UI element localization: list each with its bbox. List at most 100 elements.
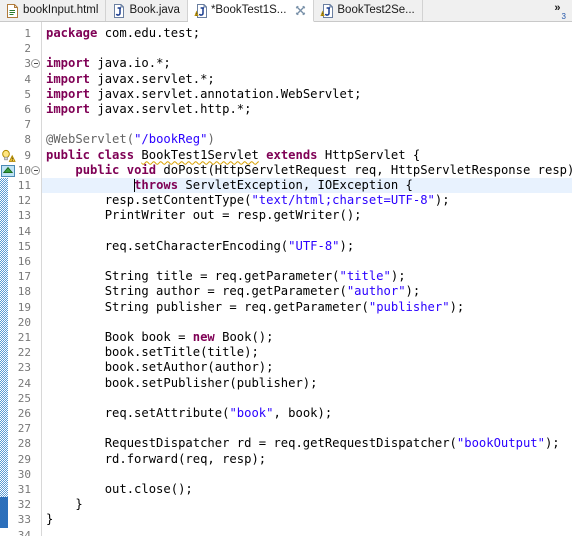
code-line[interactable]: @WebServlet("/bookReg") [46, 132, 215, 147]
editor-tab-booktest1servlet-java[interactable]: *BookTest1S... [187, 0, 315, 22]
code-line[interactable]: String author = req.getParameter("author… [46, 284, 421, 299]
code-token: String title = req.getParameter( [46, 269, 340, 284]
code-line[interactable]: import javax.servlet.annotation.WebServl… [46, 87, 362, 102]
code-line[interactable]: book.setPublisher(publisher); [46, 376, 318, 391]
code-token: ); [339, 238, 355, 253]
code-line[interactable]: import java.io.*; [46, 56, 171, 71]
line-number: 27 [17, 422, 31, 436]
editor-tab-booktest2servlet-java[interactable]: BookTest2Se... [314, 0, 423, 21]
code-line[interactable]: throws ServletException, IOException { [46, 178, 413, 193]
keyword-token: package [46, 26, 98, 40]
line-number: 7 [24, 118, 31, 132]
eclipse-java-editor-window: bookInput.html Book.java *BookTest1S... … [0, 0, 572, 536]
code-token: ); [405, 284, 421, 299]
editor-tab-label: *BookTest1S... [210, 3, 287, 16]
code-line[interactable]: req.setAttribute("book", book); [46, 406, 332, 421]
tab-overflow-button[interactable]: » 3 [544, 0, 572, 21]
code-line[interactable]: public class BookTest1Servlet extends Ht… [46, 148, 420, 163]
close-icon[interactable] [295, 5, 306, 16]
line-number: 15 [17, 239, 31, 253]
editor-tab-label: BookTest2Se... [337, 3, 415, 16]
editor-tab-book-java[interactable]: Book.java [106, 0, 188, 21]
keyword-token: import [46, 86, 91, 101]
editor-gutter[interactable]: 1 2 3 4 5 6 7 8 9 10 11 12 13 14 15 16 17 18 19 20 21 22 23 24 2… [0, 22, 42, 536]
code-line[interactable]: String title = req.getParameter("title")… [46, 269, 406, 284]
line-number: 16 [17, 255, 31, 268]
keyword-token: class [97, 147, 135, 162]
code-editor[interactable]: 1 2 3 4 5 6 7 8 9 10 11 12 13 14 15 16 17 18 19 20 21 22 23 24 2… [0, 22, 572, 536]
code-line[interactable]: public void doPost(HttpServletRequest re… [46, 163, 572, 178]
code-text-area[interactable]: package com.edu.test; import java.io.*; im… [42, 22, 572, 536]
line-number: 32 [17, 498, 31, 512]
editor-tab-bookinput-html[interactable]: bookInput.html [0, 0, 107, 21]
code-line[interactable]: } [46, 512, 53, 527]
override-method-icon[interactable] [1, 164, 16, 178]
code-line[interactable]: String publisher = req.getParameter("pub… [46, 299, 465, 315]
keyword-token: import [46, 56, 91, 71]
line-number: 34 [17, 528, 31, 536]
code-token: Book book = [46, 330, 193, 344]
string-literal: "publisher" [368, 299, 450, 314]
code-line[interactable]: } [46, 497, 82, 512]
code-line[interactable]: book.setTitle(title); [46, 345, 259, 360]
code-line[interactable]: rd.forward(req, resp); [46, 452, 266, 467]
warning-underlined-identifier: BookTest1Servlet [141, 147, 259, 162]
keyword-token: void [126, 162, 157, 177]
java-file-icon [112, 3, 125, 18]
code-line[interactable]: book.setAuthor(author); [46, 360, 274, 375]
line-number: 20 [17, 315, 31, 329]
line-number: 29 [17, 452, 31, 466]
code-token: ); [449, 299, 465, 314]
line-number: 6 [24, 103, 31, 116]
annotation-token: ) [207, 132, 215, 147]
code-line[interactable]: import javax.servlet.http.*; [46, 102, 251, 117]
code-token: , book); [273, 406, 333, 420]
line-number: 11 [17, 179, 31, 192]
string-literal: "book" [229, 406, 274, 420]
string-literal: "/bookReg" [134, 132, 208, 147]
java-file-warning-icon [194, 3, 207, 18]
code-line[interactable]: resp.setContentType("text/html;charset=U… [46, 193, 450, 208]
editor-tab-bar: bookInput.html Book.java *BookTest1S... … [0, 0, 572, 22]
code-line[interactable]: Book book = new Book(); [46, 330, 274, 345]
code-line[interactable]: import javax.servlet.*; [46, 72, 215, 87]
line-number: 8 [24, 133, 31, 147]
fold-toggle-icon[interactable] [31, 59, 40, 69]
code-token: javax.servlet.annotation.WebServlet; [90, 86, 362, 101]
quickfix-warning-icon[interactable] [1, 149, 16, 163]
code-line[interactable]: PrintWriter out = resp.getWriter(); [46, 208, 362, 223]
line-number: 26 [17, 407, 31, 420]
line-number: 22 [17, 346, 31, 360]
annotation-token: @WebServlet( [46, 132, 135, 147]
line-number: 18 [17, 285, 31, 299]
code-token: ); [544, 436, 560, 451]
code-token: Book(); [214, 330, 274, 344]
line-number: 13 [17, 209, 31, 223]
line-number: 9 [24, 148, 31, 162]
code-line[interactable]: out.close(); [46, 482, 193, 497]
java-file-warning-icon [320, 3, 334, 18]
code-line[interactable]: req.setCharacterEncoding("UTF-8"); [46, 238, 355, 254]
keyword-token: extends [266, 147, 318, 162]
line-number: 21 [17, 331, 31, 344]
line-number: 30 [17, 467, 31, 481]
line-number: 1 [24, 27, 31, 40]
keyword-token: throws [134, 178, 179, 192]
code-line[interactable]: RequestDispatcher rd = req.getRequestDis… [46, 436, 560, 451]
line-number: 10 [17, 163, 31, 177]
code-token: ); [390, 269, 406, 284]
code-token: String publisher = req.getParameter( [46, 299, 369, 314]
code-token: String author = req.getParameter( [46, 284, 347, 299]
annotation-marker-column[interactable] [0, 22, 16, 536]
code-token: rd.forward(req, resp); [46, 451, 267, 466]
text-caret [134, 179, 136, 192]
fold-toggle-icon[interactable] [31, 165, 40, 175]
string-literal: "author" [346, 284, 406, 299]
code-line[interactable]: package com.edu.test; [46, 26, 200, 41]
line-number: 28 [17, 437, 31, 451]
code-token: book.setPublisher(publisher); [46, 375, 318, 390]
string-literal: "bookOutput" [456, 436, 545, 451]
keyword-token: public [46, 147, 91, 162]
